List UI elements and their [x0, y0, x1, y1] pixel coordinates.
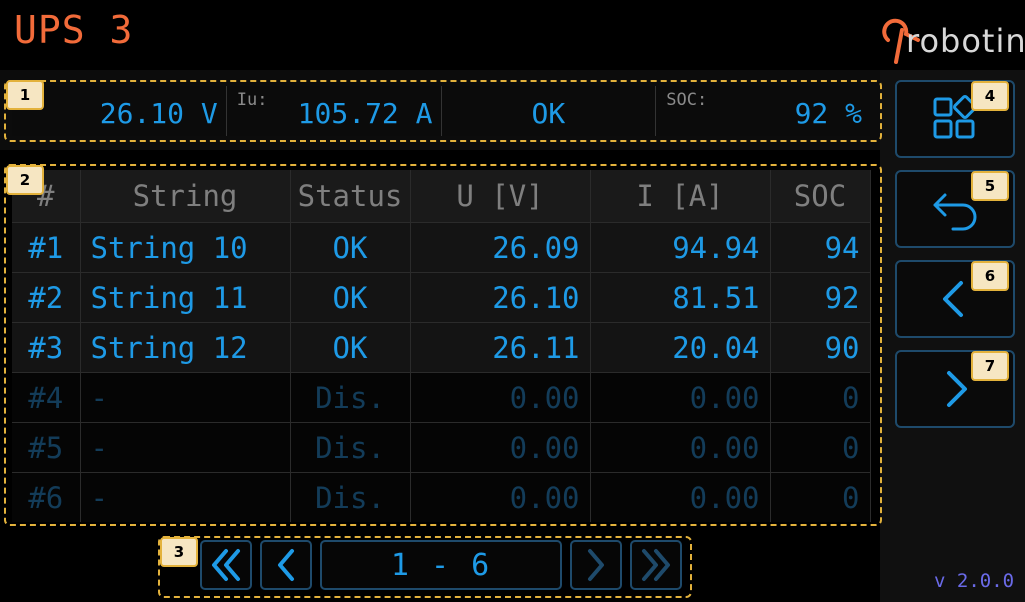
page-title: UPS 3: [14, 8, 134, 52]
version-label: v 2.0.0: [934, 570, 1015, 592]
annotation-badge: 3: [160, 537, 198, 567]
annotation-badge: 6: [971, 261, 1009, 291]
annotation-outline-1: [4, 80, 882, 142]
annotation-outline-2: [4, 164, 882, 526]
annotation-outline-3: [158, 536, 692, 598]
annotation-badge: 4: [971, 81, 1009, 111]
annotation-badge: 5: [971, 171, 1009, 201]
annotation-badge: 2: [6, 165, 44, 195]
brand-name: robotina: [906, 22, 1025, 60]
annotation-badge: 1: [6, 80, 44, 110]
annotation-badge: 7: [971, 351, 1009, 381]
